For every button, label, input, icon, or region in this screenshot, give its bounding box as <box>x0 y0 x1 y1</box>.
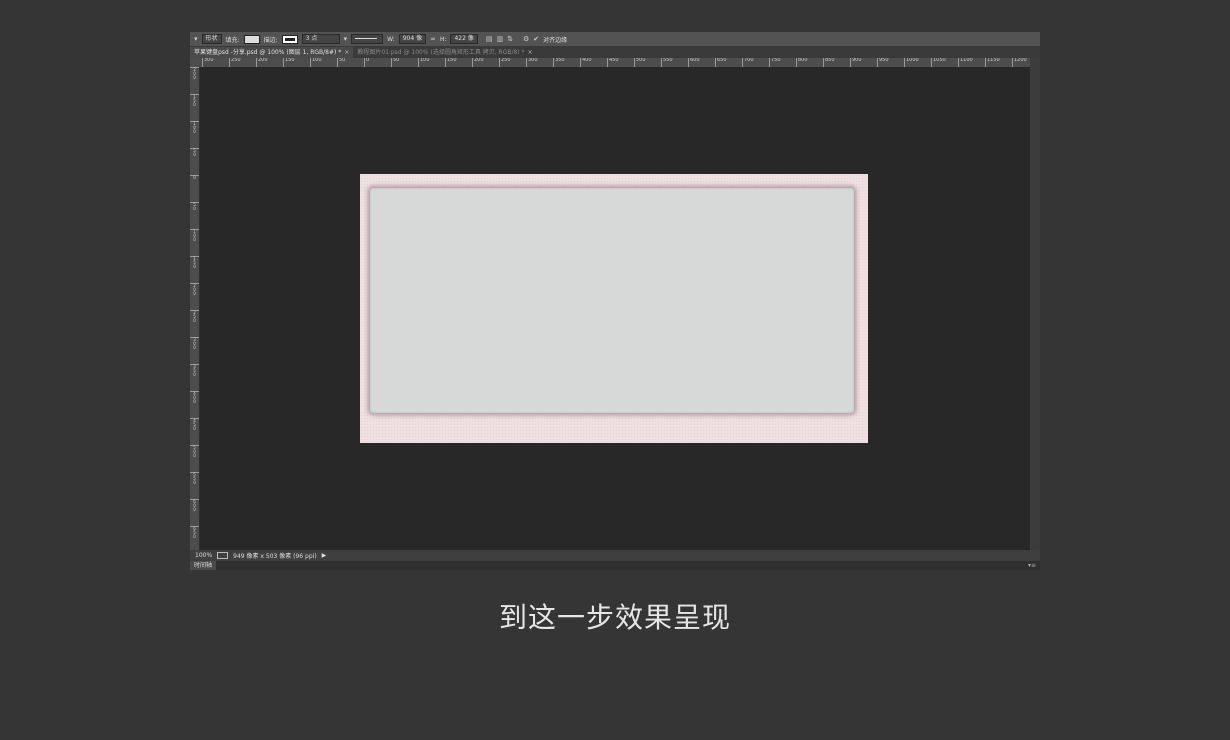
align-edges-checkbox[interactable]: ✔ <box>533 35 539 43</box>
fill-swatch[interactable] <box>243 34 260 44</box>
options-bar: ▾ 形状 填充: 描边: 3 点 ▾ W: 904 像 ∞ H: 422 像 ▤… <box>190 32 1040 46</box>
ruler-tick-label: 1200 <box>1012 58 1027 67</box>
stroke-swatch[interactable] <box>281 34 298 44</box>
ruler-tick-label: 750 <box>769 58 781 67</box>
tab-label: 教程图片01.psd @ 100% (选择圆角矩形工具 拷贝, RGB/8) * <box>357 49 525 56</box>
ruler-tick-label: 1100 <box>958 58 973 67</box>
ruler-tick-label: 3 5 0 <box>190 364 199 377</box>
ruler-tick-label: 1050 <box>931 58 946 67</box>
path-alignment-icon[interactable]: ▥ <box>496 35 503 43</box>
shape-mode-select[interactable]: 形状 <box>201 34 222 44</box>
ruler-tick-label: 5 0 <box>190 148 199 157</box>
fill-label: 填充: <box>225 36 240 44</box>
link-dimensions-icon[interactable]: ∞ <box>430 35 436 43</box>
timeline-panel: 时间轴 ▾≡ <box>190 561 1040 570</box>
ruler-tick-label: 850 <box>823 58 835 67</box>
ruler-tick-label: 900 <box>850 58 862 67</box>
ruler-tick-label: 5 0 0 <box>190 445 199 458</box>
ruler-tick-label: 4 5 0 <box>190 418 199 431</box>
ruler-tick-label: 1 0 0 <box>190 229 199 242</box>
ruler-tick-label: 4 0 0 <box>190 391 199 404</box>
timeline-tab[interactable]: 时间轴 <box>190 561 217 570</box>
ruler-tick-label: 2 5 0 <box>190 310 199 323</box>
ruler-tick-label: 700 <box>742 58 754 67</box>
height-label: H: <box>439 35 447 43</box>
tool-preset-chevron-icon[interactable]: ▾ <box>194 35 198 43</box>
close-icon[interactable]: × <box>528 47 533 58</box>
ruler-tick-label: 100 <box>310 58 322 67</box>
ruler-tick-label: 1 0 0 <box>190 121 199 134</box>
ruler-tick-label: 0 <box>190 175 199 180</box>
tab-document-1[interactable]: 苹果键盘psd -分享.psd @ 100% (图层 1, RGB/8#) * … <box>190 47 354 58</box>
zoom-level[interactable]: 100% <box>195 552 212 559</box>
vertical-ruler[interactable]: 2 0 0 1 5 0 1 0 0 5 0 0 5 0 1 0 0 1 5 0 2 0 0 2 5… <box>190 67 200 550</box>
tab-document-2[interactable]: 教程图片01.psd @ 100% (选择圆角矩形工具 拷贝, RGB/8) *… <box>353 47 536 58</box>
rounded-rectangle-shape[interactable] <box>370 188 854 413</box>
width-label: W: <box>387 35 395 43</box>
ruler-tick-label: 3 0 0 <box>190 337 199 350</box>
ruler-tick-label: 250 <box>499 58 511 67</box>
caption-text: 到这一步效果呈现 <box>498 601 731 634</box>
height-input[interactable]: 422 像 <box>450 34 478 44</box>
ruler-tick-label: 1 5 0 <box>190 94 199 107</box>
panel-menu-icon[interactable]: ▾≡ <box>1028 562 1036 569</box>
tab-label: 苹果键盘psd -分享.psd @ 100% (图层 1, RGB/8#) * <box>194 49 342 56</box>
ruler-tick-label: 150 <box>445 58 457 67</box>
close-icon[interactable]: × <box>344 47 349 58</box>
ruler-tick-label: 5 0 <box>190 202 199 211</box>
ruler-tick-label: 6 5 0 <box>190 526 199 539</box>
ruler-tick-label: 200 <box>256 58 268 67</box>
ruler-tick-label: 600 <box>688 58 700 67</box>
canvas-workspace[interactable] <box>200 67 1030 550</box>
ruler-tick-label: 1000 <box>904 58 919 67</box>
ruler-tick-label: 0 <box>364 58 369 67</box>
stroke-width-dropdown-icon[interactable]: ▾ <box>344 35 348 43</box>
ruler-tick-label: 200 <box>472 58 484 67</box>
stroke-width-input[interactable]: 3 点 <box>301 34 340 44</box>
status-bar: 100% 949 像素 x 503 像素 (96 ppi) ▶ <box>190 550 1040 561</box>
document-info: 949 像素 x 503 像素 (96 ppi) <box>233 553 317 560</box>
ruler-tick-label: 150 <box>283 58 295 67</box>
document-canvas[interactable] <box>360 174 868 443</box>
ruler-tick-label: 450 <box>607 58 619 67</box>
ruler-tick-label: 400 <box>580 58 592 67</box>
ruler-tick-label: 800 <box>796 58 808 67</box>
document-icon <box>217 552 229 559</box>
width-input[interactable]: 904 像 <box>398 34 427 44</box>
ruler-tick-label: 300 <box>202 58 214 67</box>
ruler-tick-label: 2 0 0 <box>190 283 199 296</box>
ruler-tick-label: 650 <box>715 58 727 67</box>
ruler-tick-label: 2 0 0 <box>190 67 199 80</box>
path-operations-icon[interactable]: ▤ <box>486 35 493 43</box>
ruler-tick-label: 1150 <box>985 58 1000 67</box>
status-menu-arrow-icon[interactable]: ▶ <box>322 552 327 559</box>
ruler-tick-label: 250 <box>229 58 241 67</box>
ruler-corner[interactable] <box>190 58 200 67</box>
ruler-tick-label: 100 <box>418 58 430 67</box>
ruler-tick-label: 50 <box>337 58 345 67</box>
ruler-tick-label: 950 <box>877 58 889 67</box>
ruler-tick-label: 6 0 0 <box>190 499 199 512</box>
photoshop-window: ▾ 形状 填充: 描边: 3 点 ▾ W: 904 像 ∞ H: 422 像 ▤… <box>190 32 1040 570</box>
stroke-label: 描边: <box>263 36 278 44</box>
vertical-scrollbar[interactable] <box>1030 58 1040 550</box>
ruler-tick-label: 1 5 0 <box>190 256 199 269</box>
document-tab-bar: 苹果键盘psd -分享.psd @ 100% (图层 1, RGB/8#) * … <box>190 46 1040 58</box>
gear-icon[interactable]: ⚙ <box>523 35 529 43</box>
ruler-tick-label: 50 <box>391 58 399 67</box>
ruler-tick-label: 300 <box>526 58 538 67</box>
stroke-type-select[interactable] <box>351 34 384 44</box>
ruler-tick-label: 350 <box>553 58 565 67</box>
ruler-tick-label: 500 <box>634 58 646 67</box>
path-arrangement-icon[interactable]: ⇅ <box>507 35 513 43</box>
ruler-tick-label: 550 <box>661 58 673 67</box>
ruler-tick-label: 5 5 0 <box>190 472 199 485</box>
align-edges-label: 对齐边缘 <box>543 36 568 44</box>
